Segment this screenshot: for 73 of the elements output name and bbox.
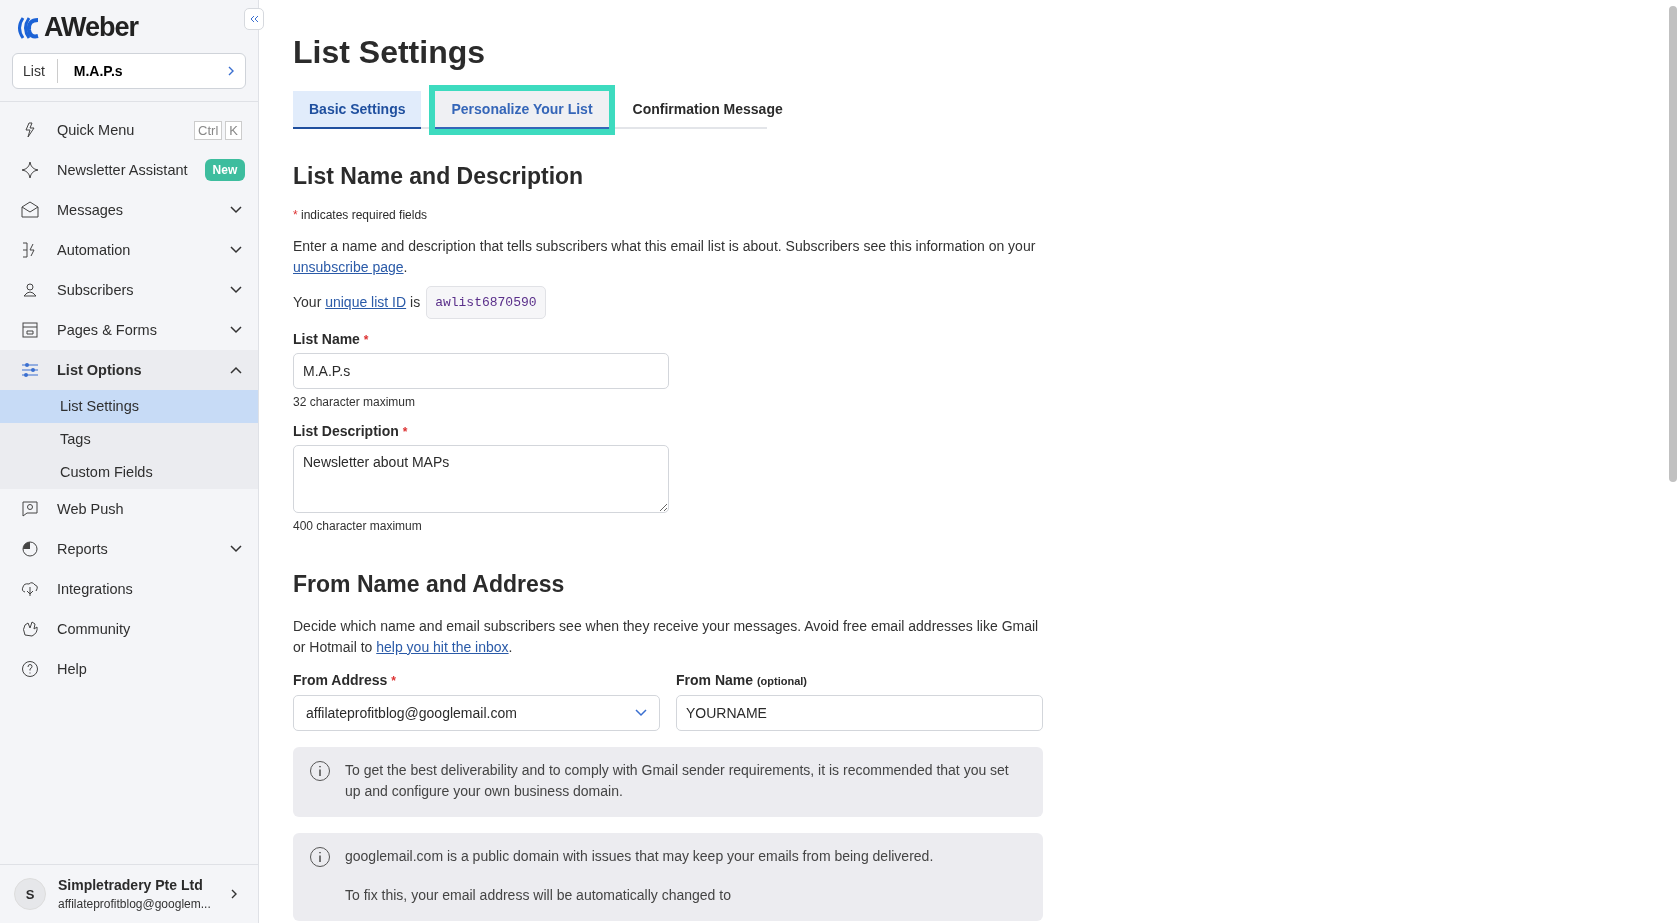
account-name: Simpletradery Pte Ltd	[58, 877, 204, 893]
nav-item[interactable]: Subscribers	[0, 270, 258, 310]
field-label: From Name (optional)	[676, 672, 809, 688]
from-name-field[interactable]: YOURNAME	[676, 695, 1043, 731]
section-heading: List Name and Description	[293, 163, 585, 190]
chevron-down-icon	[230, 246, 242, 254]
nav-item[interactable]: Pages & Forms	[0, 310, 258, 350]
chevron-down-icon	[230, 206, 242, 214]
required-note: * indicates required fields	[293, 208, 429, 222]
unsubscribe-page-link[interactable]: unsubscribe page	[293, 259, 404, 275]
nav-item[interactable]: Quick Menu Ctrl K	[0, 110, 258, 150]
list-picker[interactable]: List M.A.P.s	[12, 53, 246, 89]
pie-icon	[20, 539, 40, 559]
key-hint: Ctrl	[194, 120, 223, 140]
field-label: List Name *	[293, 331, 370, 347]
submenu-item[interactable]: Custom Fields	[0, 456, 258, 489]
scrollbar-thumb[interactable]	[1669, 6, 1677, 482]
nav-item[interactable]: Reports	[0, 529, 258, 569]
account-switcher[interactable]: S Simpletradery Pte Ltd affilateprofitblog@googlem...	[0, 864, 258, 923]
nav-item[interactable]: Automation	[0, 230, 258, 270]
chat-icon	[20, 499, 40, 519]
list-description-field[interactable]: Newsletter about MAPs	[293, 445, 669, 513]
field-hint: 32 character maximum	[293, 395, 417, 409]
cloud-icon	[20, 579, 40, 599]
nav-item[interactable]: Help	[0, 649, 258, 689]
nav-item[interactable]: Newsletter Assistant New	[0, 150, 258, 190]
field-label: List Description *	[293, 423, 409, 439]
envelope-icon	[20, 200, 40, 220]
inbox-help-link[interactable]: help you hit the inbox	[376, 639, 509, 655]
info-icon	[309, 760, 331, 782]
sliders-icon	[20, 360, 40, 380]
chevron-down-icon	[230, 545, 242, 553]
avatar: S	[14, 878, 46, 910]
tab[interactable]: Confirmation Message	[616, 91, 799, 129]
tab[interactable]: Basic Settings	[293, 91, 422, 129]
field-label: From Address *	[293, 672, 397, 688]
page-icon	[20, 320, 40, 340]
account-email: affilateprofitblog@googlem...	[58, 897, 212, 911]
notice-text: To get the best deliverability and to comply with Gmail sender requirements, it is recommended that you set up and configure your own business domain.	[345, 761, 1010, 801]
section-heading: From Name and Address	[293, 571, 566, 598]
chevron-right-icon	[227, 65, 235, 77]
list-id-code: awlist6870590	[426, 286, 546, 319]
new-badge: New	[204, 159, 246, 181]
nav-item[interactable]: Integrations	[0, 569, 258, 609]
notice-text: googlemail.com is a public domain with issues that may keep your emails from being delivered.	[345, 847, 934, 866]
help-icon	[20, 659, 40, 679]
from-address-dropdown[interactable]: affilateprofitblog@googlemail.com	[293, 695, 660, 731]
nav-item[interactable]: Web Push	[0, 489, 258, 529]
logo[interactable]: AWeber	[12, 8, 139, 43]
list-name-field[interactable]: M.A.P.s	[293, 353, 669, 389]
unique-list-id-link[interactable]: unique list ID	[325, 294, 407, 310]
sparkle-icon	[20, 160, 40, 180]
submenu-item[interactable]: Tags	[0, 423, 258, 456]
notice-text: To fix this, your email address will be automatically changed to	[345, 886, 732, 905]
chevron-down-icon	[635, 709, 647, 717]
nav-item[interactable]: Messages	[0, 190, 258, 230]
chevron-down-icon	[230, 326, 242, 334]
info-icon	[309, 846, 331, 868]
section-description: Decide which name and email subscribers see when they receive your messages. Avoid free email addresses like Gmail or Hotmail to help you hit the inbox.	[293, 617, 1040, 657]
submenu-item[interactable]: List Settings	[0, 390, 258, 423]
list-id-text: Your unique list ID is	[293, 293, 421, 312]
collapse-button[interactable]	[244, 8, 264, 30]
chevron-down-icon	[230, 286, 242, 294]
field-hint: 400 character maximum	[293, 519, 423, 533]
hand-icon	[20, 619, 40, 639]
chevron-right-icon	[230, 888, 238, 900]
key-hint: K	[225, 120, 242, 140]
page-title: List Settings	[293, 34, 486, 71]
chevron-up-icon	[230, 366, 242, 374]
nav-item[interactable]: List Options	[0, 350, 258, 390]
nav-item[interactable]: Community	[0, 609, 258, 649]
section-description: Enter a name and description that tells subscribers what this email list is about. Subscribers see this information on your unsubscribe page.	[293, 237, 1037, 277]
double-chevron-left-icon	[249, 14, 259, 24]
